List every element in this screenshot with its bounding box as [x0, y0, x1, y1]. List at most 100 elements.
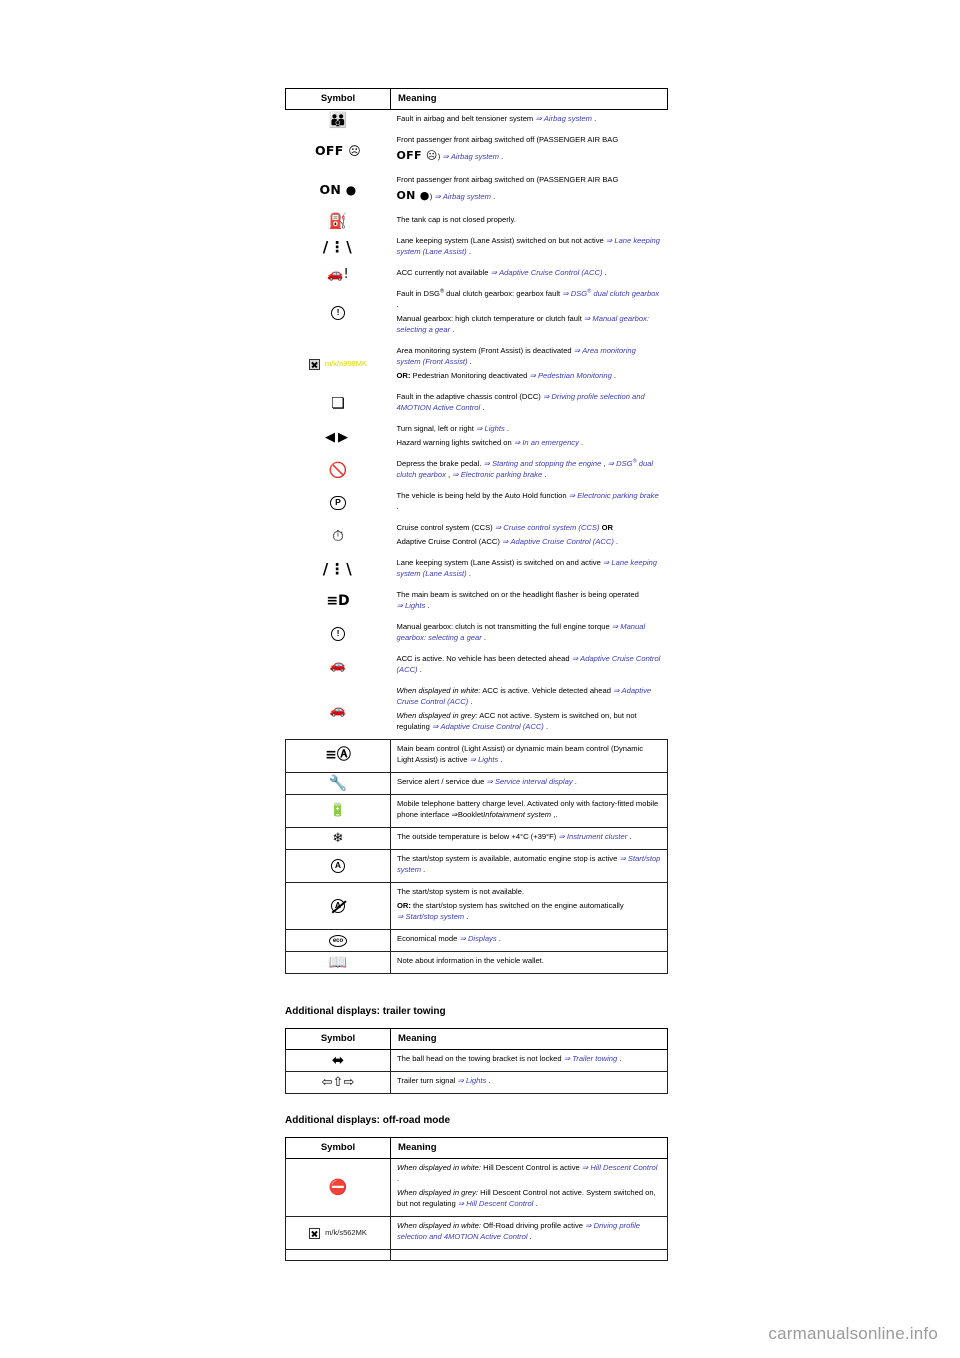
lane-assist-icon: /⋮\	[322, 559, 354, 578]
meaning-cell: The main beam is switched on or the head…	[390, 585, 668, 618]
broken-image-placeholder: m/k/s562MK	[309, 1227, 367, 1239]
meaning-cell: Main beam control (Light Assist) or dyna…	[390, 738, 668, 773]
symbol-cell: ⏱	[285, 518, 391, 554]
meaning-line: The ball head on the towing bracket is n…	[397, 1054, 622, 1064]
acc-active-icon: 🚗	[329, 658, 347, 674]
table-row: ⏱ Cruise control system (CCS) ⇒ Cruise co…	[285, 518, 668, 554]
table-row: 🔋 Mobile telephone battery charge level. …	[285, 793, 668, 828]
acc-vehicle-detected-icon: 🚗	[329, 702, 347, 718]
meaning-cell: Note about information in the vehicle wa…	[390, 950, 668, 974]
meaning-cell: Turn signal, left or right ⇒ Lights . Haz…	[390, 419, 668, 455]
trailer-section-title: Additional displays: trailer towing	[285, 1006, 446, 1017]
meaning-line: Main beam control (Light Assist) or dyna…	[397, 744, 644, 765]
table-row: 👪 Fault in airbag and belt tensioner syst…	[285, 109, 668, 131]
meaning-line: OR: the start/stop system has switched o…	[397, 901, 624, 922]
symbol-cell: ⬌	[285, 1048, 391, 1072]
turn-signal-icon: ◀▶	[325, 428, 351, 444]
table-row: ⇦⇧⇨ Trailer turn signal ⇒ Lights .	[285, 1070, 668, 1094]
symbol-cell: 🚫	[285, 454, 391, 487]
meaning-line: The start/stop system is not available.	[397, 887, 525, 897]
table-row: A The start/stop system is not available.…	[285, 881, 668, 930]
symbol-cell: A	[285, 848, 391, 883]
brake-pedal-icon: 🚫	[328, 461, 348, 480]
symbol-cell: 🚗	[285, 681, 391, 740]
eco-mode-icon: eco	[329, 934, 347, 947]
table-row: m/k/s562MK When displayed in white: Off-R…	[285, 1215, 668, 1250]
meaning-cell: When displayed in white: Off-Road drivin…	[390, 1215, 668, 1250]
clutch-torque-icon: !	[331, 626, 345, 641]
meaning-cell: The start/stop system is available, auto…	[390, 848, 668, 883]
symbol-cell: P	[285, 486, 391, 519]
symbol-cell: ◀▶	[285, 419, 391, 455]
light-assist-icon: ≡Ⓐ	[325, 747, 351, 764]
meaning-line: The tank cap is not closed properly.	[396, 215, 516, 225]
meaning-line: Economical mode ⇒ Displays .	[397, 934, 501, 944]
start-stop-active-icon: A	[331, 858, 345, 873]
meaning-line: Service alert / service due ⇒ Service in…	[397, 777, 577, 787]
header-symbol: Symbol	[285, 1028, 391, 1050]
acc-unavailable-icon: 🚗!	[327, 266, 349, 282]
meaning-cell: Depress the brake pedal. ⇒ Starting and …	[390, 454, 668, 487]
header-symbol: Symbol	[285, 1137, 391, 1159]
meaning-line: Hazard warning lights switched on ⇒ In a…	[396, 438, 584, 448]
meaning-cell	[390, 1248, 668, 1261]
trailer-turn-signal-icon: ⇦⇧⇨	[321, 1074, 355, 1090]
meaning-cell: The start/stop system is not available. O…	[390, 881, 668, 930]
trailer-symbol-table: Symbol Meaning ⬌ The ball head on the tow…	[285, 1028, 668, 1094]
table-row: 🔧 Service alert / service due ⇒ Service i…	[285, 771, 668, 795]
symbol-cell: ⛔	[285, 1157, 391, 1217]
meaning-cell: Economical mode ⇒ Displays .	[390, 928, 668, 952]
meaning-cell: The outside temperature is below +4°C (+…	[390, 826, 668, 850]
table-row: ON ● Front passenger front airbag switche…	[285, 170, 668, 211]
meaning-line: Manual gearbox: high clutch temperature …	[396, 314, 649, 335]
symbol-cell: m/k/s562MK	[285, 1215, 391, 1250]
passenger-airbag-on-icon: ON ●	[319, 182, 357, 198]
symbol-cell: eco	[285, 928, 391, 952]
meaning-cell: Trailer turn signal ⇒ Lights .	[390, 1070, 668, 1094]
offroad-symbol-table: Symbol Meaning ⛔ When displayed in white:…	[285, 1137, 668, 1261]
table-row: ❏ Fault in the adaptive chassis control (…	[285, 387, 668, 420]
meaning-cell: When displayed in white: Hill Descent Co…	[390, 1157, 668, 1217]
table-row: ≡D The main beam is switched on or the he…	[285, 585, 668, 618]
meaning-cell: Fault in airbag and belt tensioner syste…	[390, 109, 668, 131]
broken-image-alt-text: m/k/n998MK	[324, 359, 368, 369]
meaning-cell: When displayed in white: ACC is active. …	[390, 681, 668, 740]
table-row: 🚗! ACC currently not available ⇒ Adaptive…	[285, 263, 668, 285]
meaning-line: Fault in DSG® dual clutch gearbox: gearb…	[396, 288, 660, 310]
symbol-cell: OFF ☹	[285, 130, 391, 171]
symbol-cell: !	[285, 284, 391, 342]
fuel-cap-icon: ⛽	[328, 211, 348, 230]
meaning-cell: The tank cap is not closed properly.	[390, 210, 668, 232]
meaning-line: When displayed in white: Hill Descent Co…	[397, 1163, 658, 1184]
broken-image-icon	[309, 1227, 321, 1239]
meaning-cell: Area monitoring system (Front Assist) is…	[390, 341, 668, 388]
table-row: ! Fault in DSG® dual clutch gearbox: gear…	[285, 284, 668, 342]
meaning-line: Trailer turn signal ⇒ Lights .	[397, 1076, 491, 1086]
start-stop-unavailable-icon: A	[331, 898, 347, 913]
meaning-cell: Mobile telephone battery charge level. A…	[390, 793, 668, 828]
meaning-line: Depress the brake pedal. ⇒ Starting and …	[396, 458, 654, 480]
table-row: OFF ☹ Front passenger front airbag switch…	[285, 130, 668, 171]
symbol-cell: 📖	[285, 950, 391, 974]
table-header-row: Symbol Meaning	[285, 1137, 668, 1159]
header-meaning: Meaning	[390, 88, 668, 110]
meaning-cell: The vehicle is being held by the Auto Ho…	[390, 486, 668, 519]
table-header-row: Symbol Meaning	[285, 1028, 668, 1050]
meaning-cell: The ball head on the towing bracket is n…	[390, 1048, 668, 1072]
main-beam-icon: ≡D	[326, 593, 350, 610]
main-symbol-table: Symbol Meaning 👪 Fault in airbag and belt…	[285, 88, 668, 974]
broken-image-alt-text: m/k/s562MK	[325, 1227, 367, 1237]
hill-descent-control-icon: ⛔	[328, 1177, 348, 1196]
meaning-cell: ACC is active. No vehicle has been detec…	[390, 649, 668, 682]
meaning-line: The outside temperature is below +4°C (+…	[397, 832, 632, 842]
meaning-line: Area monitoring system (Front Assist) is…	[396, 346, 636, 367]
meaning-line: Lane keeping system (Lane Assist) switch…	[396, 236, 660, 257]
wrench-service-icon: 🔧	[328, 773, 348, 792]
table-row: /⋮\ Lane keeping system (Lane Assist) is …	[285, 553, 668, 586]
table-row: ! Manual gearbox: clutch is not transmitt…	[285, 617, 668, 650]
meaning-line: Manual gearbox: clutch is not transmitti…	[396, 622, 646, 643]
meaning-line: Cruise control system (CCS) ⇒ Cruise con…	[396, 523, 614, 533]
meaning-line: ON ●) ⇒ Airbag system .	[396, 189, 496, 203]
symbol-cell: /⋮\	[285, 553, 391, 586]
airbag-fault-icon: 👪	[328, 110, 348, 129]
